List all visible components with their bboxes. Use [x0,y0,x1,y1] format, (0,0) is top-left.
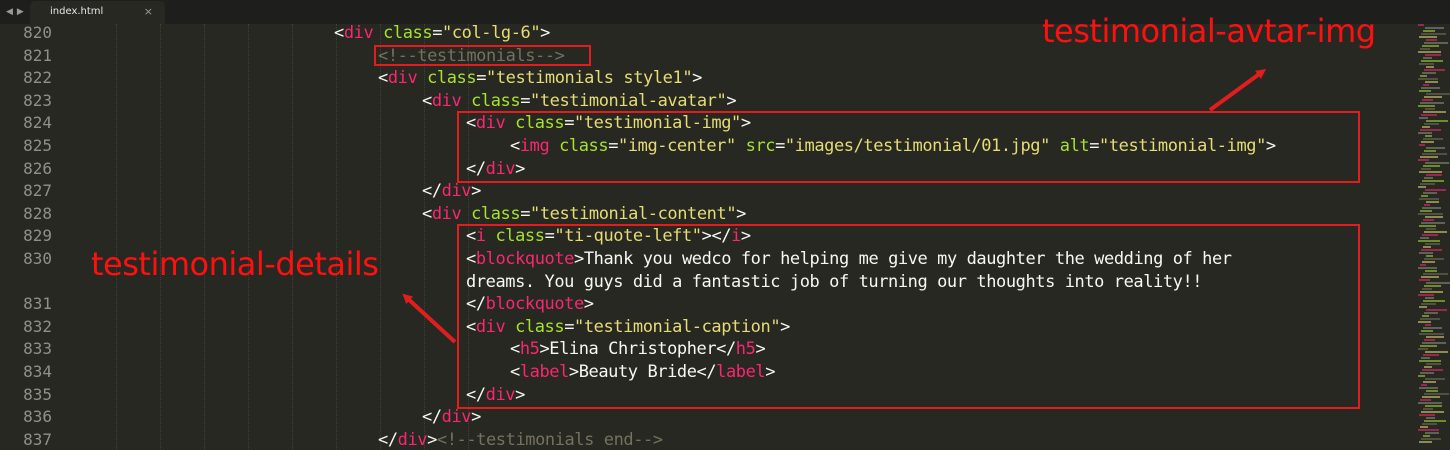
arrow-to-avatar-label [1208,69,1267,112]
annotation-arrows [402,69,1267,344]
arrow-to-details-label [402,293,457,344]
